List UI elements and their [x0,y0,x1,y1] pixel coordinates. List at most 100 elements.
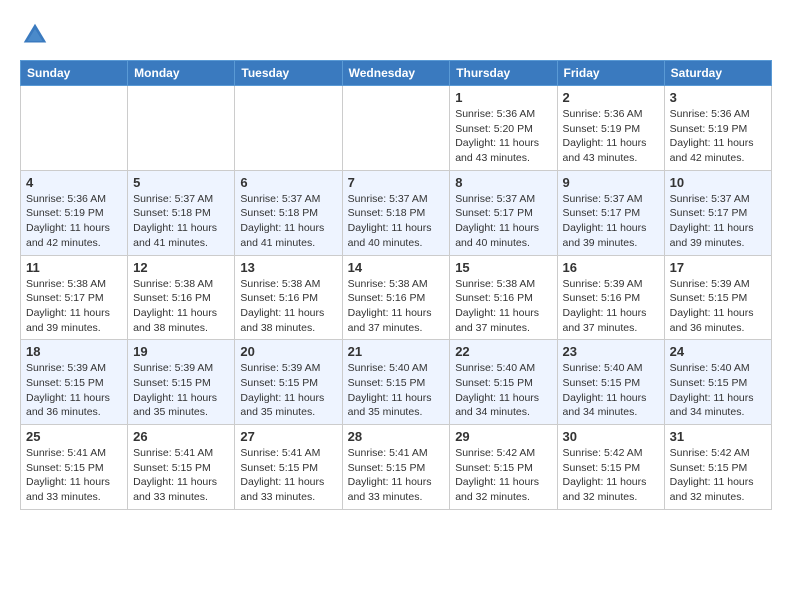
calendar-day-2: 2 Sunrise: 5:36 AM Sunset: 5:19 PM Daylig… [557,86,664,171]
day-info: Sunrise: 5:37 AM Sunset: 5:17 PM Dayligh… [455,192,551,251]
day-number: 12 [133,260,229,275]
calendar-day-1: 1 Sunrise: 5:36 AM Sunset: 5:20 PM Daylig… [450,86,557,171]
day-header-saturday: Saturday [664,61,771,86]
calendar-day-10: 10 Sunrise: 5:37 AM Sunset: 5:17 PM Dayli… [664,170,771,255]
calendar-day-7: 7 Sunrise: 5:37 AM Sunset: 5:18 PM Daylig… [342,170,450,255]
day-number: 18 [26,344,122,359]
day-info: Sunrise: 5:36 AM Sunset: 5:19 PM Dayligh… [670,107,766,166]
calendar-day-16: 16 Sunrise: 5:39 AM Sunset: 5:16 PM Dayli… [557,255,664,340]
day-info: Sunrise: 5:37 AM Sunset: 5:18 PM Dayligh… [348,192,445,251]
day-number: 6 [240,175,336,190]
calendar-day-8: 8 Sunrise: 5:37 AM Sunset: 5:17 PM Daylig… [450,170,557,255]
day-info: Sunrise: 5:40 AM Sunset: 5:15 PM Dayligh… [670,361,766,420]
calendar-day-3: 3 Sunrise: 5:36 AM Sunset: 5:19 PM Daylig… [664,86,771,171]
day-info: Sunrise: 5:38 AM Sunset: 5:17 PM Dayligh… [26,277,122,336]
day-number: 8 [455,175,551,190]
day-number: 2 [563,90,659,105]
calendar-day-6: 6 Sunrise: 5:37 AM Sunset: 5:18 PM Daylig… [235,170,342,255]
calendar-day-5: 5Sunrise: 5:37 AM Sunset: 5:18 PM Daylig… [128,170,235,255]
calendar-day-23: 23Sunrise: 5:40 AM Sunset: 5:15 PM Dayli… [557,340,664,425]
empty-day-cell [21,86,128,171]
day-number: 14 [348,260,445,275]
calendar-day-15: 15 Sunrise: 5:38 AM Sunset: 5:16 PM Dayli… [450,255,557,340]
calendar-day-9: 9 Sunrise: 5:37 AM Sunset: 5:17 PM Daylig… [557,170,664,255]
day-info: Sunrise: 5:37 AM Sunset: 5:17 PM Dayligh… [563,192,659,251]
day-number: 13 [240,260,336,275]
calendar-day-24: 24 Sunrise: 5:40 AM Sunset: 5:15 PM Dayli… [664,340,771,425]
day-number: 16 [563,260,659,275]
day-number: 9 [563,175,659,190]
empty-day-cell [342,86,450,171]
day-info: Sunrise: 5:36 AM Sunset: 5:19 PM Dayligh… [563,107,659,166]
day-number: 20 [240,344,336,359]
day-info: Sunrise: 5:42 AM Sunset: 5:15 PM Dayligh… [563,446,659,505]
day-info: Sunrise: 5:42 AM Sunset: 5:15 PM Dayligh… [670,446,766,505]
calendar-week-row: 18 Sunrise: 5:39 AM Sunset: 5:15 PM Dayli… [21,340,772,425]
day-info: Sunrise: 5:37 AM Sunset: 5:18 PM Dayligh… [240,192,336,251]
day-number: 27 [240,429,336,444]
day-info: Sunrise: 5:39 AM Sunset: 5:15 PM Dayligh… [670,277,766,336]
logo-icon [20,20,50,50]
calendar-week-row: 25 Sunrise: 5:41 AM Sunset: 5:15 PM Dayli… [21,425,772,510]
day-info: Sunrise: 5:39 AM Sunset: 5:15 PM Dayligh… [133,361,229,420]
day-number: 31 [670,429,766,444]
empty-day-cell [128,86,235,171]
calendar-day-18: 18Sunrise: 5:39 AM Sunset: 5:15 PM Dayli… [21,340,128,425]
day-number: 23 [563,344,659,359]
calendar-week-row: 1 Sunrise: 5:36 AM Sunset: 5:20 PM Daylig… [21,86,772,171]
calendar-day-28: 28 Sunrise: 5:41 AM Sunset: 5:15 PM Dayli… [342,425,450,510]
calendar-day-29: 29 Sunrise: 5:42 AM Sunset: 5:15 PM Dayli… [450,425,557,510]
day-info: Sunrise: 5:39 AM Sunset: 5:15 PM Dayligh… [240,361,336,420]
day-info: Sunrise: 5:40 AM Sunset: 5:15 PM Dayligh… [348,361,445,420]
day-info: Sunrise: 5:41 AM Sunset: 5:15 PM Dayligh… [240,446,336,505]
day-info: Sunrise: 5:39 AM Sunset: 5:16 PM Dayligh… [563,277,659,336]
day-number: 21 [348,344,445,359]
day-info: Sunrise: 5:36 AM Sunset: 5:20 PM Dayligh… [455,107,551,166]
calendar-day-30: 30 Sunrise: 5:42 AM Sunset: 5:15 PM Dayli… [557,425,664,510]
calendar-day-11: 11 Sunrise: 5:38 AM Sunset: 5:17 PM Dayli… [21,255,128,340]
day-number: 28 [348,429,445,444]
empty-day-cell [235,86,342,171]
day-header-thursday: Thursday [450,61,557,86]
calendar-day-31: 31 Sunrise: 5:42 AM Sunset: 5:15 PM Dayli… [664,425,771,510]
calendar-day-19: 19 Sunrise: 5:39 AM Sunset: 5:15 PM Dayli… [128,340,235,425]
day-number: 7 [348,175,445,190]
day-info: Sunrise: 5:38 AM Sunset: 5:16 PM Dayligh… [240,277,336,336]
day-info: Sunrise: 5:40 AM Sunset: 5:15 PM Dayligh… [455,361,551,420]
day-header-monday: Monday [128,61,235,86]
day-info: Sunrise: 5:36 AM Sunset: 5:19 PM Dayligh… [26,192,122,251]
day-number: 3 [670,90,766,105]
day-number: 30 [563,429,659,444]
day-number: 17 [670,260,766,275]
day-number: 22 [455,344,551,359]
day-number: 1 [455,90,551,105]
day-info: Sunrise: 5:37 AM Sunset: 5:17 PM Dayligh… [670,192,766,251]
calendar-week-row: 11 Sunrise: 5:38 AM Sunset: 5:17 PM Dayli… [21,255,772,340]
day-info: Sunrise: 5:42 AM Sunset: 5:15 PM Dayligh… [455,446,551,505]
day-number: 24 [670,344,766,359]
day-info: Sunrise: 5:41 AM Sunset: 5:15 PM Dayligh… [133,446,229,505]
day-info: Sunrise: 5:38 AM Sunset: 5:16 PM Dayligh… [455,277,551,336]
calendar-day-14: 14 Sunrise: 5:38 AM Sunset: 5:16 PM Dayli… [342,255,450,340]
day-number: 5 [133,175,229,190]
day-number: 26 [133,429,229,444]
day-header-sunday: Sunday [21,61,128,86]
day-header-tuesday: Tuesday [235,61,342,86]
day-info: Sunrise: 5:38 AM Sunset: 5:16 PM Dayligh… [133,277,229,336]
day-number: 19 [133,344,229,359]
day-info: Sunrise: 5:41 AM Sunset: 5:15 PM Dayligh… [26,446,122,505]
day-header-friday: Friday [557,61,664,86]
day-number: 15 [455,260,551,275]
calendar-day-13: 13 Sunrise: 5:38 AM Sunset: 5:16 PM Dayli… [235,255,342,340]
calendar-day-21: 21 Sunrise: 5:40 AM Sunset: 5:15 PM Dayli… [342,340,450,425]
calendar-day-22: 22 Sunrise: 5:40 AM Sunset: 5:15 PM Dayli… [450,340,557,425]
day-number: 11 [26,260,122,275]
day-number: 29 [455,429,551,444]
calendar-header-row: SundayMondayTuesdayWednesdayThursdayFrid… [21,61,772,86]
day-number: 10 [670,175,766,190]
logo [20,20,54,50]
day-number: 4 [26,175,122,190]
day-number: 25 [26,429,122,444]
day-info: Sunrise: 5:41 AM Sunset: 5:15 PM Dayligh… [348,446,445,505]
day-info: Sunrise: 5:38 AM Sunset: 5:16 PM Dayligh… [348,277,445,336]
